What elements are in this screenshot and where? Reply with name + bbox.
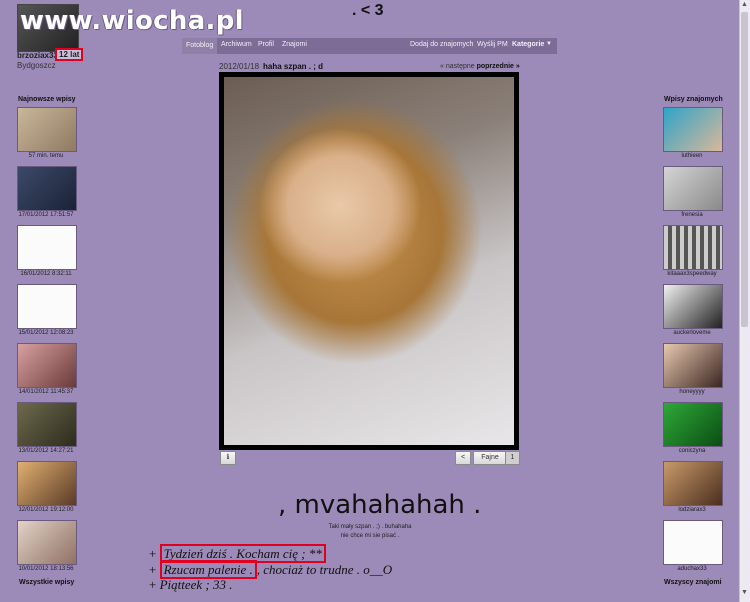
post-subcaption: Taki mały szpan . ;) . buhahaha nie chce…: [300, 523, 440, 541]
profile-city: Bydgoszcz: [17, 61, 56, 70]
info-icon: ℹ: [226, 454, 230, 461]
scroll-down-icon[interactable]: ▼: [741, 589, 748, 596]
friend-thumb-label-2: frenesia: [681, 212, 703, 218]
profile-username[interactable]: brzoziax33: [17, 51, 58, 60]
friend-thumb-8[interactable]: [663, 520, 723, 565]
next-link[interactable]: poprzednie »: [477, 63, 520, 70]
info-button[interactable]: ℹ: [220, 451, 236, 465]
post-photo[interactable]: [224, 77, 514, 445]
latest-thumb-7[interactable]: [17, 461, 77, 506]
latest-posts-heading: Najnowsze wpisy: [18, 96, 76, 103]
text-line-2-rest: chociaż to trudne . o__O: [263, 562, 393, 577]
friend-thumb-label-5: honeyyyy: [679, 389, 705, 395]
subcaption-line-1: Taki mały szpan . ;) . buhahaha: [328, 524, 412, 530]
post-date: 2012/01/18: [219, 62, 260, 71]
like-button[interactable]: Fajne: [473, 451, 507, 465]
friend-thumb-7[interactable]: [663, 461, 723, 506]
friend-thumb-1[interactable]: [663, 107, 723, 152]
friend-thumb-label-3: kitaaax3speedway: [667, 271, 717, 277]
friend-thumb-label-6: coniczyna: [678, 448, 706, 454]
post-caption: , mvahahahah .: [278, 490, 482, 520]
all-friends-link[interactable]: Wszyscy znajomi: [664, 579, 722, 586]
nav-categories[interactable]: Kategorie: [512, 41, 544, 48]
scroll-up-icon[interactable]: ▲: [741, 1, 748, 8]
post-navigation: « następne poprzednie »: [440, 63, 520, 70]
latest-thumb-label-7: 12/01/2012 19:12:00: [18, 507, 74, 513]
all-posts-link[interactable]: Wszystkie wpisy: [19, 579, 74, 586]
like-count: 1: [505, 451, 520, 465]
friend-thumb-label-1: luthieen: [681, 153, 703, 159]
friend-thumb-label-4: auckerloveme: [673, 330, 711, 336]
latest-thumb-8[interactable]: [17, 520, 77, 565]
nav-archiwum[interactable]: Archiwum: [221, 41, 252, 48]
profile-age-badge: 12 lat: [55, 48, 84, 61]
nav-znajomi[interactable]: Znajomi: [282, 41, 307, 48]
latest-thumb-label-4: 15/01/2012 12:08:23: [18, 330, 74, 336]
latest-thumb-label-5: 14/01/2012 11:45:37: [18, 389, 74, 395]
friend-thumb-2[interactable]: [663, 166, 723, 211]
blog-title: . < 3: [352, 2, 384, 19]
latest-thumb-3[interactable]: [17, 225, 77, 270]
friend-thumb-5[interactable]: [663, 343, 723, 388]
prev-link[interactable]: « następne: [440, 63, 475, 70]
share-button[interactable]: <: [455, 451, 471, 465]
nav-add-friend[interactable]: Dodaj do znajomych: [410, 41, 473, 48]
latest-thumb-4[interactable]: [17, 284, 77, 329]
latest-thumb-label-3: 16/01/2012 8:32:11: [20, 271, 72, 277]
friend-thumb-label-8: aduchax33: [677, 566, 707, 572]
friend-thumb-3[interactable]: [663, 225, 723, 270]
friends-posts-heading: Wpisy znajomych: [664, 96, 723, 103]
latest-thumb-label-2: 17/01/2012 17:51:57: [18, 212, 74, 218]
latest-thumb-label-8: 10/01/2012 18:13:56: [18, 566, 74, 572]
nav-fotoblog[interactable]: Fotoblog: [182, 38, 218, 54]
chevron-down-icon[interactable]: ▼: [546, 41, 552, 47]
friend-thumb-6[interactable]: [663, 402, 723, 447]
nav-profil[interactable]: Profil: [258, 41, 274, 48]
friend-thumb-label-7: lodziarax3: [678, 507, 706, 513]
share-icon: <: [460, 454, 466, 461]
nav-send-pm[interactable]: Wyślij PM: [477, 41, 508, 48]
latest-thumb-1[interactable]: [17, 107, 77, 152]
latest-thumb-6[interactable]: [17, 402, 77, 447]
latest-thumb-2[interactable]: [17, 166, 77, 211]
subcaption-line-2: nie chce mi sie pisać .: [340, 533, 400, 539]
nav-bar: Fotoblog Archiwum Profil Znajomi Dodaj d…: [182, 38, 557, 54]
text-line-3-text: Piątteek ; 33 .: [159, 577, 233, 592]
latest-thumb-label-1: 57 min. temu: [28, 153, 64, 159]
friend-thumb-4[interactable]: [663, 284, 723, 329]
site-watermark: www.wiocha.pl: [20, 6, 244, 36]
scrollbar-thumb[interactable]: [741, 12, 748, 327]
text-line-3: + Piątteek ; 33 .: [149, 577, 233, 592]
text-line-2: + Rzucam palenie ., chociaż to trudne . …: [149, 560, 393, 579]
post-title: haha szpan . ; d: [263, 62, 324, 71]
latest-thumb-5[interactable]: [17, 343, 77, 388]
latest-thumb-label-6: 13/01/2012 14:27:21: [18, 448, 74, 454]
